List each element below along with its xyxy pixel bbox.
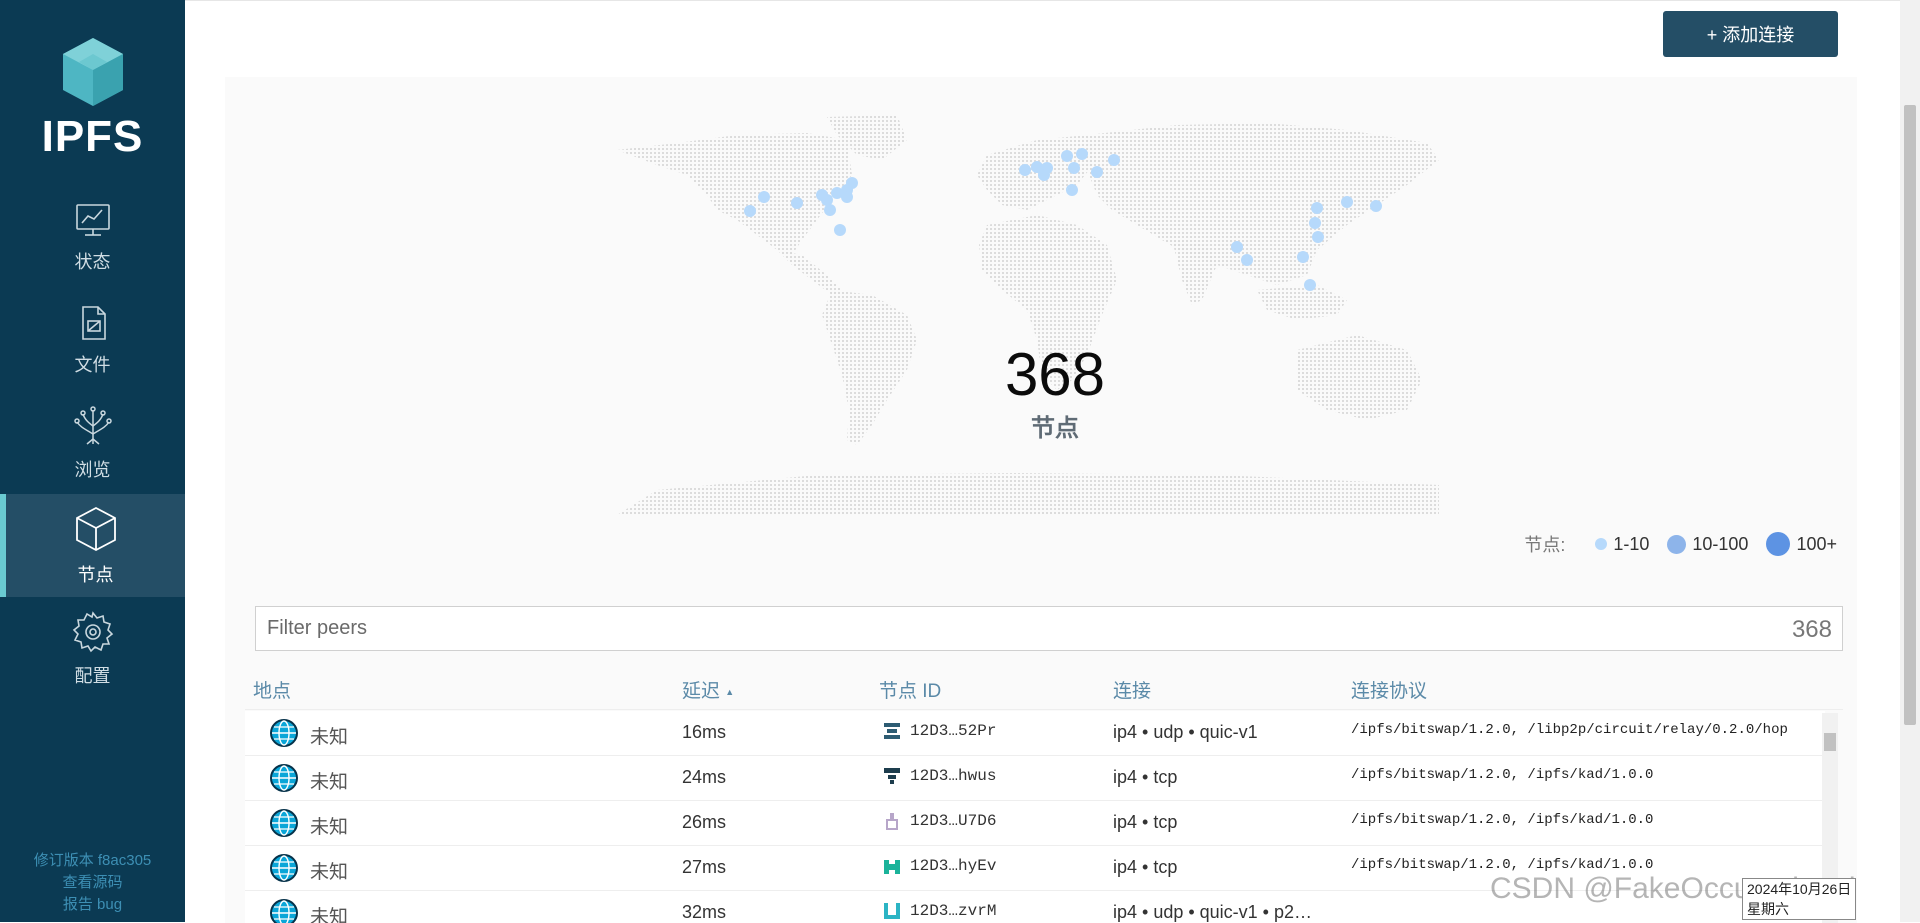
sidebar-item-label: 配置 [74,665,111,686]
sort-asc-icon: ▲ [725,686,735,697]
legend-label: 节点: [1524,535,1566,555]
sidebar: IPFS 状态 文件 浏览 节点 配置 修订版本 f8ac305 查看源码 报告… [0,0,185,922]
peer-location: 未知 [310,862,349,883]
peer-identicon-icon [884,860,900,874]
revision-link[interactable]: 修订版本 f8ac305 [0,850,185,872]
files-icon [81,305,106,340]
status-chart-icon [75,203,110,236]
sidebar-item-label: 浏览 [74,459,111,480]
legend-item-label: 1-10 [1613,533,1650,554]
table-row[interactable]: 未知 16ms 12D3…52Pr ip4 • udp • quic-v1 /i… [245,711,1825,756]
view-source-link[interactable]: 查看源码 [0,872,185,894]
peer-identicon-icon [884,723,900,739]
peer-identicon-icon [886,813,898,830]
globe-icon [270,899,298,923]
peer-latency: 26ms [682,812,727,832]
sidebar-item-label: 节点 [77,564,114,585]
date-text: 2024年10月26日 [1747,881,1852,897]
peer-id[interactable]: 12D3…hyEv [910,857,996,875]
peer-id[interactable]: 12D3…52Pr [910,722,996,740]
peer-protocols: /ipfs/bitswap/1.2.0, /ipfs/kad/1.0.0 [1351,857,1654,873]
column-latency[interactable]: 延迟 ▲ [682,676,734,703]
table-row[interactable]: 未知 24ms 12D3…hwus ip4 • tcp /ipfs/bitswa… [245,756,1825,801]
peer-location: 未知 [310,907,349,923]
weekday-text: 星期六 [1747,901,1789,917]
peer-count-label: 节点 [1031,415,1079,442]
filter-peers-input[interactable] [256,607,1656,650]
explore-tree-icon [73,405,112,445]
sidebar-item-label: 状态 [74,251,111,272]
peer-location: 未知 [310,727,349,748]
peer-protocols: /ipfs/bitswap/1.2.0, /ipfs/kad/1.0.0 [1351,767,1654,783]
peer-connection: ip4 • tcp [1113,812,1178,832]
column-peer-id[interactable]: 节点 ID [879,676,941,703]
peer-connection: ip4 • udp • quic-v1 • p2… [1113,902,1313,922]
sidebar-item-label: 文件 [74,354,111,375]
peer-identicon-icon [884,903,900,919]
logo-text: IPFS [41,112,144,161]
peer-id[interactable]: 12D3…U7D6 [910,812,996,830]
globe-icon [270,764,298,792]
legend-dot-icon [1766,532,1791,556]
legend-item-large: 100+ [1766,532,1837,556]
peer-count: 368 [1004,341,1106,408]
table-row[interactable]: 未知 26ms 12D3…U7D6 ip4 • tcp /ipfs/bitswa… [245,801,1825,846]
legend-dot-icon [1667,534,1687,554]
report-bug-link[interactable]: 报告 bug [0,894,185,916]
world-map [617,115,1439,515]
globe-icon [270,719,298,747]
column-location[interactable]: 地点 [253,676,291,703]
ipfs-cube-icon [62,38,123,106]
legend-dot-icon [1595,538,1608,550]
peers-cube-icon [75,506,116,551]
ipfs-logo[interactable]: IPFS [0,36,185,162]
peer-location: 未知 [310,772,349,793]
sidebar-item-explore[interactable]: 浏览 [0,391,185,494]
globe-icon [270,854,298,882]
peer-connection: ip4 • tcp [1113,857,1178,877]
peer-count-display: 368 节点 [825,342,1285,443]
filter-result-count: 368 [1791,616,1832,643]
sidebar-item-status[interactable]: 状态 [0,185,185,288]
table-scrollbar-thumb[interactable] [1824,733,1836,751]
legend-item-label: 100+ [1796,533,1837,554]
peer-id[interactable]: 12D3…zvrM [910,902,996,920]
filter-peers-box: 368 [255,606,1843,651]
peer-latency: 16ms [682,722,727,742]
peer-connection: ip4 • udp • quic-v1 [1113,722,1258,742]
sidebar-item-files[interactable]: 文件 [0,288,185,391]
column-latency-label: 延迟 [682,681,721,702]
globe-icon [270,809,298,837]
map-legend: 节点: 1-10 10-100 100+ [1524,531,1837,557]
peers-table-header: 地点 延迟 ▲ 节点 ID 连接 连接协议 [245,668,1843,710]
date-tooltip: 2024年10月26日 星期六 [1742,878,1857,920]
sidebar-item-settings[interactable]: 配置 [0,597,185,700]
peer-latency: 32ms [682,902,727,922]
settings-gear-icon [72,610,113,652]
peer-identicon-icon [884,768,900,784]
legend-item-label: 10-100 [1692,533,1749,554]
peer-id[interactable]: 12D3…hwus [910,767,996,785]
sidebar-item-peers[interactable]: 节点 [0,494,185,597]
peer-protocols: /ipfs/bitswap/1.2.0, /ipfs/kad/1.0.0 [1351,812,1654,828]
column-protocols[interactable]: 连接协议 [1351,676,1427,703]
legend-item-medium: 10-100 [1667,534,1748,555]
peer-location: 未知 [310,817,349,838]
peer-latency: 24ms [682,767,727,787]
sidebar-nav: 状态 文件 浏览 节点 配置 [0,185,185,700]
main-content: + 添加连接 368 节点 节点: 1-10 10-100 100+ Filte… [185,0,1900,923]
sidebar-footer: 修订版本 f8ac305 查看源码 报告 bug [0,850,185,916]
page-scrollbar-thumb[interactable] [1904,105,1916,725]
add-connection-button[interactable]: + 添加连接 [1663,11,1838,57]
legend-item-small: 1-10 [1595,534,1649,555]
column-connection[interactable]: 连接 [1113,676,1151,703]
peer-latency: 27ms [682,857,727,877]
peer-connection: ip4 • tcp [1113,767,1178,787]
peer-protocols: /ipfs/bitswap/1.2.0, /libp2p/circuit/rel… [1351,722,1788,738]
page-scrollbar[interactable] [1900,0,1920,922]
